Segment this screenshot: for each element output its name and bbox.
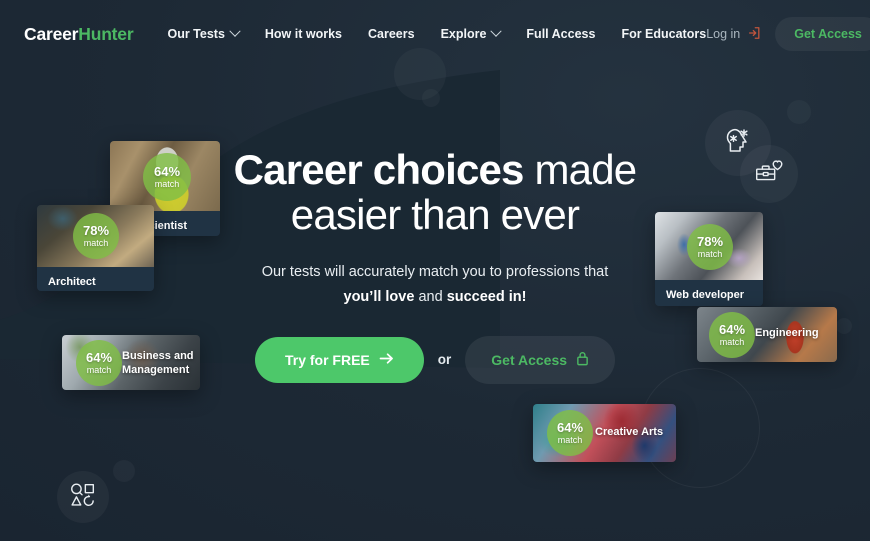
match-badge: 78% match [73,213,119,259]
career-card-web-developer[interactable]: 78% match Web developer [655,212,763,306]
chevron-down-icon [229,25,241,37]
chevron-down-icon [490,25,503,37]
hero-subtitle-bold-2: succeed in! [446,288,527,305]
match-badge: 64% match [547,410,593,456]
match-percent: 64% [85,349,113,365]
match-percent: 78% [696,233,724,249]
card-image: 64% match Creative Arts [533,404,676,462]
match-word: match [83,237,109,248]
hero-subtitle-line1: Our tests will accurately match you to p… [261,263,609,280]
match-percent: 64% [718,321,746,337]
career-card-architect[interactable]: 78% match Architect [37,205,154,291]
nav-item-our-tests-label: Our Tests [167,27,225,41]
match-percent: 78% [82,222,110,238]
nav-item-how-it-works[interactable]: How it works [265,27,342,41]
nav-item-explore[interactable]: Explore [440,25,503,41]
card-image: 64% match Engineering [697,307,837,362]
match-word: match [154,178,180,189]
nav-item-full-access-label: Full Access [526,27,596,41]
arrow-right-icon [379,352,394,368]
match-badge: 64% match [143,153,191,201]
card-title: Architect [37,267,154,291]
navbar-get-access-button[interactable]: Get Access [775,17,870,51]
aptitude-shapes-icon-bubble [57,471,109,523]
career-card-creative-arts[interactable]: 64% match Creative Arts [533,404,676,462]
match-percent: 64% [556,419,584,435]
nav-item-explore-label: Explore [440,27,487,41]
card-title-line1: Business and [122,350,194,362]
card-title: Business and Management [122,349,194,377]
decor-circle-3 [787,100,811,124]
hero-subtitle-mid: and [414,288,447,305]
match-badge: 64% match [709,312,755,358]
match-word: match [86,364,112,375]
login-label: Log in [706,27,741,41]
shapes-icon [68,480,98,515]
decor-circle-5 [836,318,852,334]
lock-icon [576,351,589,369]
match-word: match [697,248,723,259]
match-badge: 64% match [76,340,122,386]
card-image: 64% match [110,141,220,211]
match-badge: 78% match [687,224,733,270]
career-card-engineering[interactable]: 64% match Engineering [697,307,837,362]
nav-links: Our Tests How it works Careers Explore F… [167,25,706,41]
card-title-line2: Management [122,364,190,377]
headline-line2: easier than ever [290,190,580,238]
match-word: match [557,434,583,445]
card-title: Engineering [755,327,819,339]
match-word: match [719,336,745,347]
nav-item-careers[interactable]: Careers [368,27,415,41]
logo-text-career: Career [24,23,79,44]
login-arrow-icon [747,26,761,43]
logo[interactable]: CareerHunter [24,23,134,45]
match-percent: 64% [153,163,181,179]
card-image: 78% match [37,205,154,267]
card-image: 64% match Business and Management [62,335,200,390]
decor-circle-4 [113,460,135,482]
nav-item-for-educators-label: For Educators [621,27,707,41]
logo-text-hunter: Hunter [78,23,134,44]
decor-circle-2 [422,89,440,107]
try-for-free-label: Try for FREE [284,351,370,368]
cta-or-separator: or [437,352,452,368]
navbar-actions: Log in Get Access [706,17,870,51]
hero-subtitle-bold-1: you’ll love [343,288,415,305]
nav-item-full-access[interactable]: Full Access [526,27,595,41]
nav-item-careers-label: Careers [367,27,415,41]
headline-light: made [523,146,637,193]
card-title: Creative Arts [595,426,664,438]
card-image: 78% match [655,212,763,280]
nav-item-for-educators[interactable]: For Educators [621,27,706,41]
headline-strong: Career choices [233,146,525,193]
hero-get-access-button[interactable]: Get Access [465,335,616,384]
card-title: Web developer [655,280,763,306]
try-for-free-button[interactable]: Try for FREE [254,336,424,383]
login-button[interactable]: Log in [706,26,761,43]
top-navbar: CareerHunter Our Tests How it works Care… [0,0,870,68]
career-card-business-and-management[interactable]: 64% match Business and Management [62,335,200,390]
hero-get-access-label: Get Access [491,351,568,368]
nav-item-how-it-works-label: How it works [264,27,342,41]
nav-item-our-tests[interactable]: Our Tests [167,25,241,41]
